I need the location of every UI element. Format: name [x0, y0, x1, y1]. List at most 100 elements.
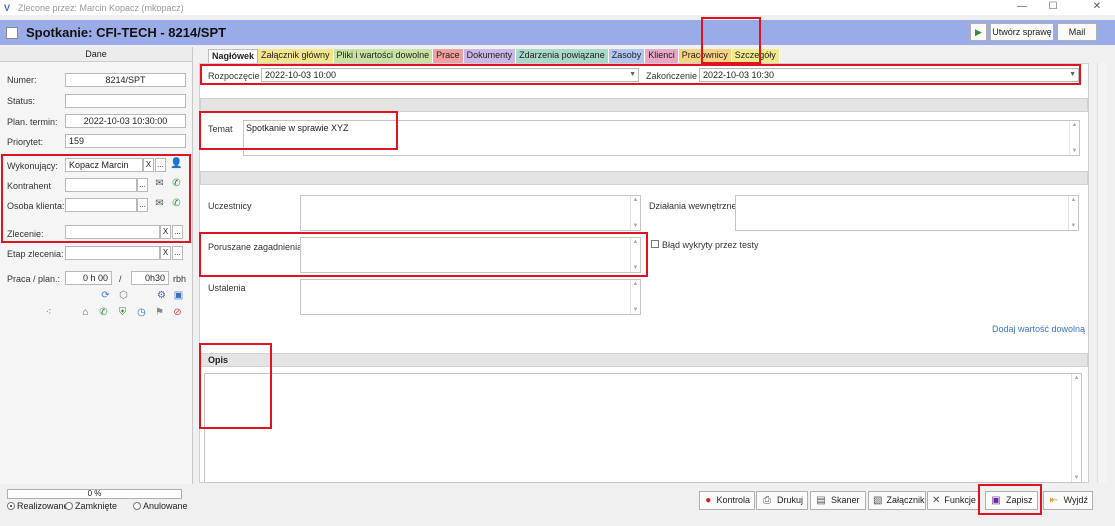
uczestnicy-textarea[interactable]: ▲ ▼: [300, 195, 641, 231]
tab-label: Pliki i wartości dowolne: [336, 50, 430, 60]
numer-field[interactable]: 8214/SPT: [65, 73, 186, 87]
phone-icon[interactable]: ✆: [170, 178, 183, 190]
window-titlebar: V Zlecone przez: Marcin Kopacz (mkopacz)…: [0, 0, 1115, 15]
osoba-klienta-more-button[interactable]: ...: [137, 198, 148, 212]
etap-clear-button[interactable]: X: [160, 246, 171, 260]
etap-more-button[interactable]: ...: [172, 246, 183, 260]
kontrahent-label: Kontrahent: [7, 181, 52, 191]
shield-icon[interactable]: ⛨: [116, 307, 129, 319]
kontrahent-field[interactable]: [65, 178, 137, 192]
opis-textarea[interactable]: ▲ ▼: [204, 373, 1082, 483]
wykonujacy-more-button[interactable]: ...: [155, 158, 166, 172]
no-entry-icon[interactable]: ⊘: [171, 307, 184, 319]
scrollbar[interactable]: ▲ ▼: [630, 280, 640, 314]
tab-zalacznik-glowny[interactable]: Załącznik główny: [258, 49, 334, 63]
user-icon[interactable]: 👤: [170, 158, 183, 170]
tab-zasoby[interactable]: Zasoby: [608, 49, 646, 63]
scrollbar[interactable]: ▲ ▼: [630, 238, 640, 272]
envelope-icon[interactable]: ✉: [153, 178, 166, 190]
dzialania-label: Działania wewnętrzne: [649, 201, 737, 211]
temat-textarea[interactable]: Spotkanie w sprawie XYZ ▲ ▼: [243, 120, 1080, 156]
scrollbar[interactable]: ▲ ▼: [1069, 121, 1079, 155]
tab-prace[interactable]: Prace: [433, 49, 464, 63]
osoba-klienta-field[interactable]: [65, 198, 137, 212]
tab-dokumenty[interactable]: Dokumenty: [463, 49, 517, 63]
zapisz-label: Zapisz: [1006, 495, 1033, 505]
kontrahent-more-button[interactable]: ...: [137, 178, 148, 192]
blad-checkbox[interactable]: [651, 240, 659, 248]
temat-value: Spotkanie w sprawie XYZ: [246, 123, 349, 133]
mail-button[interactable]: Mail: [1057, 23, 1097, 41]
zalacznik-button[interactable]: ▧ Załącznik: [868, 491, 926, 510]
close-button[interactable]: ✕: [1087, 0, 1107, 15]
main-scrollbar[interactable]: [1097, 63, 1107, 483]
priorytet-field[interactable]: 159: [65, 134, 186, 148]
home-icon[interactable]: ⌂: [79, 307, 92, 319]
add-custom-value-link[interactable]: Dodaj wartość dowolną: [992, 324, 1085, 334]
zapisz-button[interactable]: ▣ Zapisz: [985, 491, 1038, 510]
praca-field[interactable]: 0 h 00: [65, 271, 112, 285]
left-panel-heading: Dane: [0, 47, 192, 62]
skaner-button[interactable]: ▤ Skaner: [810, 491, 866, 510]
zakonczenie-datepicker[interactable]: 2022-10-03 10:30 ▼: [699, 68, 1079, 82]
radio-realizowane[interactable]: Realizowane: [7, 501, 69, 511]
rozpoczecie-datepicker[interactable]: 2022-10-03 10:00 ▼: [261, 68, 639, 82]
wyjdz-button[interactable]: ⇤ Wyjdź: [1043, 491, 1093, 510]
radio-dot[interactable]: [133, 502, 141, 510]
scrollbar[interactable]: ▲ ▼: [1071, 374, 1081, 482]
user-settings-icon[interactable]: ⚙: [155, 290, 168, 302]
skaner-label: Skaner: [831, 495, 860, 505]
chevron-down-icon[interactable]: ▼: [629, 69, 636, 81]
radio-zamkniete[interactable]: Zamknięte: [65, 501, 117, 511]
refresh-icon[interactable]: ⟳: [99, 290, 112, 302]
chevron-down-icon[interactable]: ▼: [1069, 69, 1076, 81]
play-button[interactable]: ▶: [970, 23, 987, 41]
zlecenie-field[interactable]: [65, 225, 160, 239]
zlecenie-clear-button[interactable]: X: [160, 225, 171, 239]
funkcje-button[interactable]: ✕ Funkcje: [927, 491, 979, 510]
kontrola-button[interactable]: ● Kontrola: [699, 491, 755, 510]
id-card-icon[interactable]: ▣: [172, 290, 185, 302]
hierarchy-icon[interactable]: ⁖: [42, 307, 55, 319]
phone-icon[interactable]: ✆: [170, 198, 183, 210]
tab-label: Zasoby: [611, 50, 642, 60]
radio-label: Anulowane: [143, 501, 188, 511]
poruszane-textarea[interactable]: ▲ ▼: [300, 237, 641, 273]
dzialania-textarea[interactable]: ▲ ▼: [735, 195, 1079, 231]
tag-icon[interactable]: ⬡: [117, 290, 130, 302]
clock-icon[interactable]: ◷: [135, 307, 148, 319]
scrollbar[interactable]: ▲ ▼: [1068, 196, 1078, 230]
wykonujacy-label: Wykonujący:: [7, 161, 58, 171]
alert-icon: ●: [705, 495, 712, 506]
wykonujacy-field[interactable]: Kopacz Marcin: [65, 158, 143, 172]
status-field[interactable]: [65, 94, 186, 108]
minimize-button[interactable]: —: [1012, 0, 1032, 15]
scrollbar[interactable]: ▲ ▼: [630, 196, 640, 230]
zlecenie-more-button[interactable]: ...: [172, 225, 183, 239]
uczestnicy-label: Uczestnicy: [208, 201, 252, 211]
plan-termin-field[interactable]: 2022-10-03 10:30:00: [65, 114, 186, 128]
ustalenia-textarea[interactable]: ▲ ▼: [300, 279, 641, 315]
drukuj-button[interactable]: ⎙ Drukuj: [756, 491, 808, 510]
tab-bar: Nagłówek Załącznik główny Pliki i wartoś…: [208, 49, 780, 63]
tab-zdarzenia[interactable]: Zdarzenia powiązane: [516, 49, 609, 63]
tools-icon: ✕: [932, 495, 941, 506]
envelope-icon[interactable]: ✉: [153, 198, 166, 210]
etap-zlecenia-field[interactable]: [65, 246, 160, 260]
radio-dot[interactable]: [65, 502, 73, 510]
phone-icon[interactable]: ✆: [97, 307, 110, 319]
praca-plan-field[interactable]: 0h30: [131, 271, 169, 285]
radio-dot[interactable]: [7, 502, 15, 510]
wykonujacy-clear-button[interactable]: X: [143, 158, 154, 172]
tab-pliki[interactable]: Pliki i wartości dowolne: [333, 49, 434, 63]
tab-szczegoly[interactable]: Szczegóły: [731, 49, 780, 63]
create-case-button[interactable]: Utwórz sprawę: [990, 23, 1054, 41]
radio-anulowane[interactable]: Anulowane: [133, 501, 188, 511]
section-bar-temat: [200, 98, 1088, 112]
tab-pracownicy[interactable]: Pracownicy: [678, 49, 732, 63]
tab-klienci[interactable]: Klienci: [645, 49, 679, 63]
maximize-button[interactable]: ☐: [1043, 0, 1063, 15]
tab-naglowek[interactable]: Nagłówek: [208, 49, 259, 63]
flag-icon[interactable]: ⚑: [153, 307, 166, 319]
priorytet-label: Priorytet:: [7, 137, 44, 147]
